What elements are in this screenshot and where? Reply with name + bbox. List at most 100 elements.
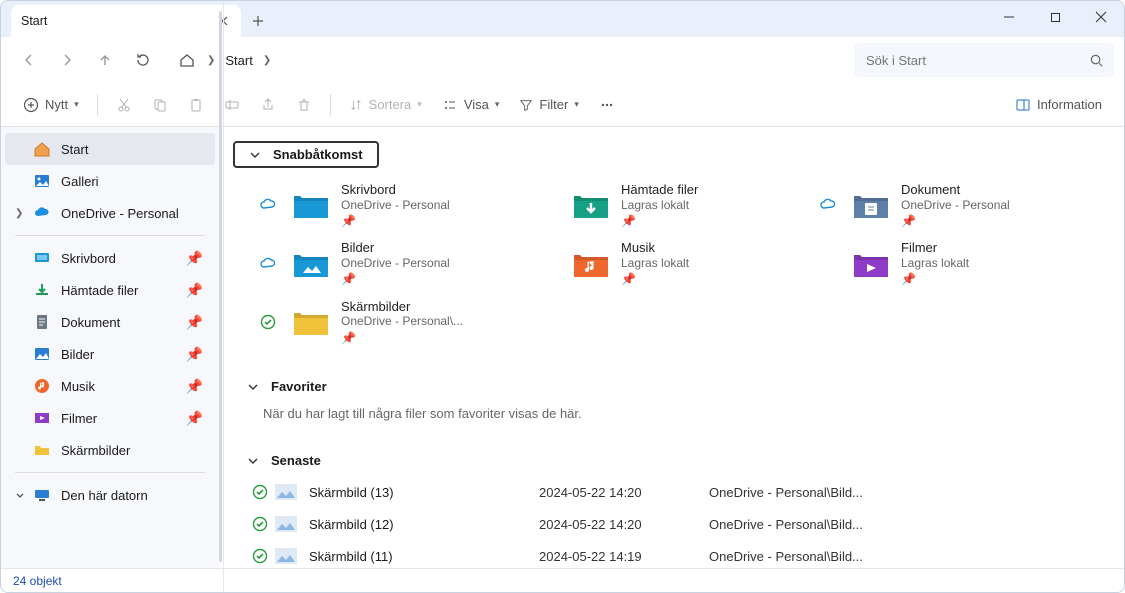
home-icon[interactable] <box>173 46 201 74</box>
folder-icon <box>291 305 331 339</box>
section-title: Senaste <box>271 453 321 468</box>
navigation-pane: Start Galleri ❯ OneDrive - Personal Skrivbor… <box>1 127 219 568</box>
sync-status-icon <box>247 515 273 533</box>
item-name: Skrivbord <box>341 182 450 198</box>
item-name: Bilder <box>341 240 450 256</box>
paste-button[interactable] <box>180 89 212 121</box>
search-box[interactable] <box>854 43 1114 77</box>
sidebar-item-skrivbord[interactable]: Skrivbord📌 <box>5 242 215 274</box>
chevron-down-icon[interactable] <box>15 491 25 501</box>
section-title: Favoriter <box>271 379 327 394</box>
sidebar-item-hämtade-filer[interactable]: Hämtade filer📌 <box>5 274 215 306</box>
pc-icon <box>33 486 51 504</box>
music-icon <box>33 377 51 395</box>
sidebar-item-label: Musik <box>61 379 176 394</box>
search-input[interactable] <box>864 52 1089 69</box>
minimize-button[interactable] <box>986 1 1032 33</box>
item-location: OneDrive - Personal\Bild... <box>709 485 863 500</box>
item-location: Lagras lokalt <box>621 256 689 270</box>
chevron-right-icon[interactable]: ❯ <box>15 208 23 219</box>
sync-status-icon <box>255 255 281 273</box>
address-bar[interactable]: ❯ Start ❯ <box>167 43 842 77</box>
quick-access-item[interactable]: FilmerLagras lokalt📌 <box>807 234 1087 292</box>
sidebar-item-bilder[interactable]: Bilder📌 <box>5 338 215 370</box>
cut-button[interactable] <box>108 89 140 121</box>
folder-icon <box>571 247 611 281</box>
sidebar-item-label: Dokument <box>61 315 176 330</box>
quick-access-item[interactable]: MusikLagras lokalt📌 <box>527 234 807 292</box>
new-tab-button[interactable] <box>241 5 275 37</box>
tab-start[interactable]: Start <box>11 5 241 37</box>
sidebar-item-galleri[interactable]: Galleri <box>5 165 215 197</box>
sidebar-item-start[interactable]: Start <box>5 133 215 165</box>
quick-access-item[interactable]: Hämtade filerLagras lokalt📌 <box>527 176 807 234</box>
pin-icon: 📌 <box>186 410 207 427</box>
sidebar-item-filmer[interactable]: Filmer📌 <box>5 402 215 434</box>
quick-access-item[interactable]: DokumentOneDrive - Personal📌 <box>807 176 1087 234</box>
up-button[interactable] <box>87 43 123 77</box>
item-location: Lagras lokalt <box>621 198 698 212</box>
sidebar-item-label: OneDrive - Personal <box>61 206 207 221</box>
filter-button[interactable]: Filter ▾ <box>511 89 586 121</box>
section-title: Snabbåtkomst <box>273 147 363 162</box>
forward-button[interactable] <box>49 43 85 77</box>
view-label: Visa <box>464 97 489 112</box>
pin-icon: 📌 <box>186 314 207 331</box>
recent-header[interactable]: Senaste <box>233 449 335 472</box>
close-window-button[interactable] <box>1078 1 1124 33</box>
copy-button[interactable] <box>144 89 176 121</box>
folder-icon <box>291 247 331 281</box>
item-location: OneDrive - Personal <box>901 198 1010 212</box>
sidebar-item-label: Bilder <box>61 347 176 362</box>
splitter[interactable] <box>219 127 224 568</box>
quick-access-header[interactable]: Snabbåtkomst <box>233 141 379 168</box>
folder-icon <box>33 441 51 459</box>
sidebar-item-label: Galleri <box>61 174 207 189</box>
sidebar-item-label: Skärmbilder <box>61 443 207 458</box>
command-bar: Nytt ▾ Sortera ▾ Visa ▾ Filter ▾ <box>1 83 1124 127</box>
pin-icon: 📌 <box>186 250 207 267</box>
sidebar-item-dokument[interactable]: Dokument 📌 <box>5 306 215 338</box>
sync-status-icon <box>815 196 841 214</box>
refresh-button[interactable] <box>125 43 161 77</box>
more-button[interactable] <box>591 89 623 121</box>
chevron-down-icon <box>247 381 259 393</box>
sidebar-item-skärmbilder[interactable]: Skärmbilder <box>5 434 215 466</box>
folder-icon <box>851 188 891 222</box>
sidebar-item-den-här-datorn[interactable]: Den här datorn <box>5 479 215 511</box>
sync-status-icon <box>247 547 273 565</box>
sidebar-item-label: Start <box>61 142 207 157</box>
home-icon <box>33 140 51 158</box>
tab-title: Start <box>21 14 215 28</box>
chevron-down-icon <box>247 455 259 467</box>
chevron-right-icon[interactable]: ❯ <box>257 55 277 66</box>
recent-item[interactable]: Skärmbild (12)2024-05-22 14:20OneDrive -… <box>219 508 1124 540</box>
recent-item[interactable]: Skärmbild (11)2024-05-22 14:19OneDrive -… <box>219 540 1124 568</box>
quick-access-item[interactable]: SkrivbordOneDrive - Personal📌 <box>247 176 527 234</box>
chevron-down-icon: ▾ <box>74 100 79 109</box>
pin-icon: 📌 <box>901 272 969 286</box>
new-button[interactable]: Nytt ▾ <box>15 89 87 121</box>
delete-button[interactable] <box>288 89 320 121</box>
thumbnail-icon <box>273 547 299 565</box>
search-icon[interactable] <box>1089 53 1104 68</box>
sidebar-item-onedrive---personal[interactable]: ❯ OneDrive - Personal <box>5 197 215 229</box>
item-date: 2024-05-22 14:20 <box>539 485 709 500</box>
sync-status-icon <box>247 483 273 501</box>
share-button[interactable] <box>252 89 284 121</box>
back-button[interactable] <box>11 43 47 77</box>
view-button[interactable]: Visa ▾ <box>434 89 508 121</box>
favorites-header[interactable]: Favoriter <box>233 375 341 398</box>
sort-button[interactable]: Sortera ▾ <box>341 89 430 121</box>
sidebar-item-musik[interactable]: Musik📌 <box>5 370 215 402</box>
sidebar-item-label: Den här datorn <box>61 488 207 503</box>
divider <box>15 472 205 473</box>
breadcrumb-location[interactable]: Start <box>221 53 256 68</box>
quick-access-item[interactable]: SkärmbilderOneDrive - Personal\...📌 <box>247 293 527 351</box>
quick-access-item[interactable]: BilderOneDrive - Personal📌 <box>247 234 527 292</box>
item-location: OneDrive - Personal\Bild... <box>709 517 863 532</box>
recent-item[interactable]: Skärmbild (13)2024-05-22 14:20OneDrive -… <box>219 476 1124 508</box>
maximize-button[interactable] <box>1032 1 1078 33</box>
details-pane-button[interactable]: Information <box>1007 89 1110 121</box>
thumbnail-icon <box>273 483 299 501</box>
